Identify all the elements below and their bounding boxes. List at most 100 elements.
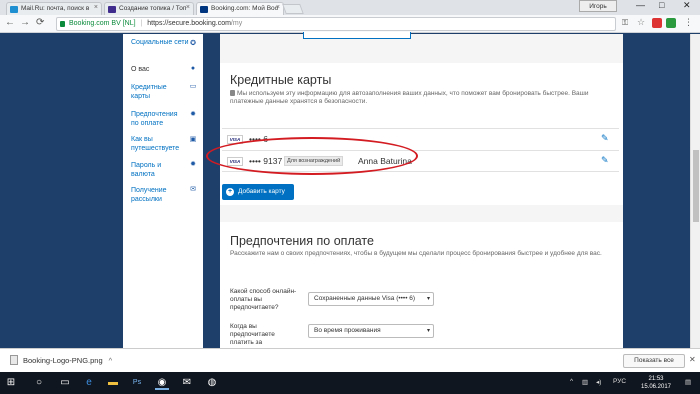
sidebar-item-label: Получение рассылки	[131, 187, 167, 203]
sidebar-item-newsletter[interactable]: Получение рассылки	[131, 186, 179, 204]
url-host: https://secure.booking.com	[147, 20, 231, 27]
booking-favicon-icon	[200, 6, 208, 13]
photoshop-icon[interactable]: Ps	[130, 376, 144, 390]
close-tab-icon[interactable]: ×	[186, 4, 190, 11]
credit-cards-description: Мы используем эту информацию для автозап…	[230, 90, 610, 106]
lock-icon	[60, 21, 65, 27]
page-background-gap	[203, 34, 220, 348]
highlight-ellipse	[206, 137, 418, 175]
minimize-icon[interactable]: —	[636, 0, 645, 10]
tab-title: Booking.com: Мой Boo	[211, 5, 279, 12]
tray-expand-icon[interactable]: ^	[570, 378, 573, 385]
sidebar-item-label: Пароль и валюта	[131, 162, 162, 178]
globe-icon: ✪	[190, 40, 196, 47]
maximize-icon[interactable]: □	[659, 0, 664, 10]
credit-cards-description-text: Мы используем эту информацию для автозап…	[230, 90, 589, 105]
chrome-icon[interactable]: ◉	[155, 376, 169, 390]
url-text: https://secure.booking.com/my	[147, 20, 242, 27]
network-icon[interactable]: ▥	[582, 378, 588, 386]
plus-icon: +	[226, 188, 234, 196]
sidebar-item-payment-prefs[interactable]: Предпочтения по оплате	[131, 110, 183, 128]
online-payment-value: Сохраненные данные Visa (•••• 6)	[314, 295, 416, 302]
profile-button[interactable]: Игорь	[579, 0, 617, 12]
bookmark-star-icon[interactable]: ☆	[637, 17, 645, 28]
windows-start-icon[interactable]: ⊞	[4, 376, 18, 390]
online-payment-label: Какой способ онлайн-оплаты вы предпочита…	[230, 288, 297, 311]
payment-prefs-description: Расскажите нам о своих предпочтениях, чт…	[230, 250, 602, 257]
card-row: VISA •••• 9137 Для вознаграждений Anna B…	[206, 137, 619, 175]
task-view-icon[interactable]: ▭	[58, 376, 72, 390]
tab-title: Mail.Ru: почта, поиск в	[21, 5, 90, 12]
edit-pencil-icon[interactable]: ✎	[601, 133, 609, 144]
page-scrollbar[interactable]	[690, 34, 700, 348]
suitcase-icon: ▣	[189, 136, 197, 143]
file-icon	[10, 355, 18, 365]
url-path: /my	[230, 20, 243, 27]
file-explorer-icon[interactable]: ▬	[106, 376, 120, 390]
tab-title: Создание топика / Топ	[119, 5, 187, 12]
account-sidebar: Социальные сети ✪ О вас ● Кредитные карт…	[123, 34, 203, 348]
close-tab-icon[interactable]: ×	[94, 4, 98, 11]
clock-time: 21:53	[648, 376, 664, 382]
chevron-up-icon[interactable]: ^	[109, 356, 113, 365]
scrollbar-thumb[interactable]	[693, 150, 699, 222]
mail-favicon-icon	[10, 6, 18, 13]
extension-icon[interactable]	[666, 18, 676, 28]
add-card-label: Добавить карту	[238, 188, 285, 195]
back-arrow-icon[interactable]: ←	[5, 17, 15, 28]
online-payment-select[interactable]: Сохраненные данные Visa (•••• 6) ▾	[308, 292, 434, 306]
page-background-right	[623, 34, 690, 348]
sidebar-item-password[interactable]: Пароль и валюта	[131, 161, 179, 179]
close-tab-icon[interactable]: ×	[276, 4, 280, 11]
chevron-down-icon: ▾	[426, 328, 430, 334]
search-icon[interactable]: ○	[32, 376, 46, 390]
payment-prefs-section: Предпочтения по оплате Расскажите нам о …	[220, 222, 623, 348]
credit-card-icon: ▭	[189, 83, 197, 90]
main-content: Кредитные карты Мы используем эту информ…	[206, 32, 623, 348]
chevron-down-icon: ▾	[426, 296, 430, 302]
lock-icon	[230, 90, 235, 96]
extension-icon[interactable]	[652, 18, 662, 28]
add-card-button[interactable]: + Добавить карту	[222, 184, 294, 200]
show-all-downloads-button[interactable]: Показать все	[623, 354, 685, 368]
new-tab-button[interactable]	[282, 4, 304, 14]
sidebar-item-label: Как вы путешествуете	[131, 136, 180, 152]
tab-booking[interactable]: Booking.com: Мой Boo ×	[196, 2, 284, 15]
secure-site-label: Booking.com BV [NL]	[69, 20, 136, 27]
sidebar-item-label: Предпочтения по оплате	[131, 111, 178, 127]
menu-icon[interactable]: ⋮	[684, 17, 693, 28]
clock-date: 15.06.2017	[640, 384, 672, 390]
system-clock[interactable]: 21:53 15.06.2017	[640, 375, 672, 391]
mail-app-icon[interactable]: ✉	[180, 376, 194, 390]
page-background-left	[0, 34, 123, 348]
previous-section-button[interactable]	[303, 32, 411, 39]
user-icon: ●	[190, 65, 196, 72]
close-download-bar-icon[interactable]: ✕	[689, 355, 696, 364]
sidebar-item-label: Социальные сети	[131, 39, 189, 46]
settings-icon: ✹	[190, 111, 196, 118]
when-pay-select[interactable]: Во время проживания ▾	[308, 324, 434, 338]
app-icon[interactable]: ◍	[205, 376, 219, 390]
notifications-icon[interactable]: ▤	[685, 378, 691, 386]
gear-icon: ✹	[190, 161, 196, 168]
topic-favicon-icon	[108, 6, 116, 13]
address-bar-row: ← → ⟳ Booking.com BV [NL] | https://secu…	[0, 15, 700, 33]
address-separator: |	[140, 20, 143, 27]
tab-mail[interactable]: Mail.Ru: почта, поиск в ×	[6, 2, 102, 15]
tab-strip: Mail.Ru: почта, поиск в × Создание топик…	[0, 0, 700, 15]
download-item[interactable]: Booking-Logo-PNG.png ^	[10, 355, 112, 365]
language-indicator[interactable]: РУС	[613, 378, 626, 385]
key-icon[interactable]: ⚿	[622, 18, 628, 28]
edit-pencil-icon[interactable]: ✎	[601, 155, 609, 166]
reload-icon[interactable]: ⟳	[36, 17, 44, 28]
sidebar-item-travel[interactable]: Как вы путешествуете	[131, 135, 179, 153]
volume-icon[interactable]: ◂)	[596, 378, 601, 386]
close-window-icon[interactable]: ✕	[683, 0, 691, 11]
when-pay-label: Когда вы предпочитаете платить за	[230, 323, 275, 346]
download-file-name: Booking-Logo-PNG.png	[23, 356, 103, 365]
sidebar-item-credit-cards[interactable]: Кредитные карты	[131, 83, 179, 101]
address-input[interactable]: Booking.com BV [NL] | https://secure.boo…	[56, 17, 616, 31]
tab-topic[interactable]: Создание топика / Топ ×	[104, 2, 194, 15]
edge-browser-icon[interactable]: e	[82, 376, 96, 390]
forward-arrow-icon[interactable]: →	[20, 17, 30, 28]
